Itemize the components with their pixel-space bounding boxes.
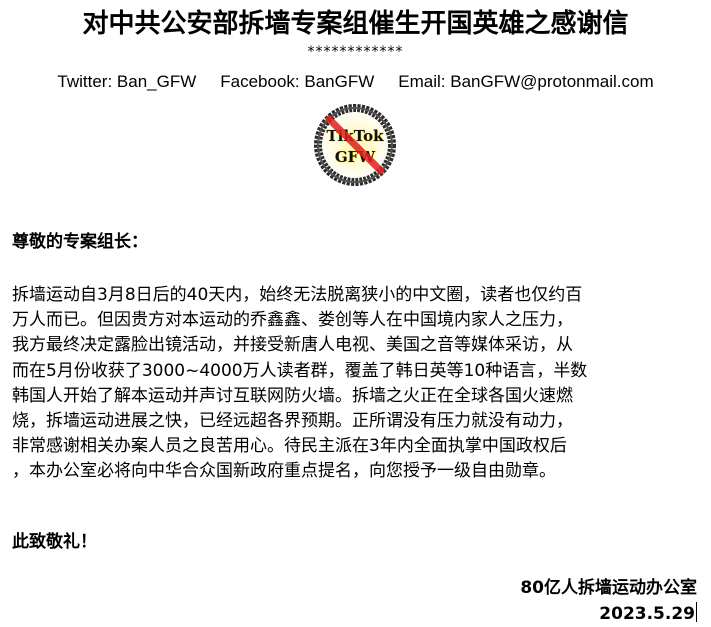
body-line: 万人而已。但因贵方对本运动的乔鑫鑫、娄创等人在中国境内家人之压力，: [12, 310, 573, 331]
signature-date-line[interactable]: 2023.5.29: [599, 602, 697, 626]
letter-page: 对中共公安部拆墙专案组催生开国英雄之感谢信 ************ Twitt…: [0, 0, 711, 627]
text-cursor: [696, 602, 697, 622]
body-line: 烧，拆墙运动进展之快，已经远超各界预期。正所谓没有压力就没有动力，: [12, 411, 573, 432]
letter-body: 拆墙运动自3月8日后的40天内，始终无法脱离狭小的中文圈，读者也仅约百 万人而已…: [12, 283, 702, 485]
no-tiktok-icon: TikTok GFW: [314, 104, 396, 186]
salutation: 尊敬的专案组长：: [12, 232, 148, 252]
letter-title: 对中共公安部拆墙专案组催生开国英雄之感谢信: [82, 9, 629, 39]
body-line: ，本办公室必将向中华合众国新政府重点提名，向您授予一级自由勋章。: [12, 461, 556, 482]
title-separator: ************: [307, 44, 404, 60]
body-line: 韩国人开始了解本运动并声讨互联网防火墙。拆墙之火正在全球各国火速燃: [12, 385, 573, 406]
signature-organization: 80亿人拆墙运动办公室: [520, 578, 697, 598]
contact-line: Twitter: Ban_GFW Facebook: BanGFW Email: B…: [0, 70, 711, 94]
signature-date: 2023.5.29: [599, 604, 695, 624]
closing-remark: 此致敬礼！: [12, 532, 97, 552]
body-line: 非常感谢相关办案人员之良苦用心。待民主派在3年内全面执掌中国政权后: [12, 436, 567, 457]
body-line: 而在5月份收获了3000~4000万人读者群，覆盖了韩日英等10种语言，半数: [12, 360, 588, 381]
email-contact: Email: BanGFW@protonmail.com: [398, 72, 654, 91]
body-line: 拆墙运动自3月8日后的40天内，始终无法脱离狭小的中文圈，读者也仅约百: [12, 285, 583, 305]
body-line: 我方最终决定露脸出镜活动，并接受新唐人电视、美国之音等媒体采访，从: [12, 335, 573, 356]
twitter-contact: Twitter: Ban_GFW: [57, 72, 197, 91]
facebook-contact: Facebook: BanGFW: [220, 72, 375, 91]
